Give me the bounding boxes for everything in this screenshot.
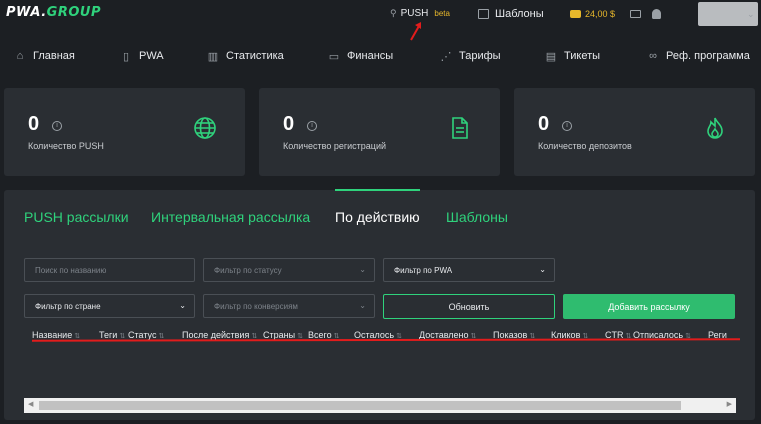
stat-label: Количество регистраций — [283, 141, 386, 151]
nav-item-referral[interactable]: ∞ Реф. программа — [647, 50, 750, 62]
nav-label: Финансы — [347, 50, 394, 62]
refresh-button[interactable]: Обновить — [383, 294, 555, 319]
country-filter-select[interactable]: Фильтр по стране ⌄ — [24, 294, 195, 318]
tab-push-mailings[interactable]: PUSH рассылки — [24, 209, 129, 225]
ticket-icon: ▤ — [545, 50, 557, 63]
beta-badge: beta — [434, 9, 450, 18]
nav-item-statistics[interactable]: ▥ Статистика — [207, 50, 284, 63]
share-icon: ⋰ — [440, 50, 452, 63]
search-placeholder: Поиск по названию — [35, 265, 107, 275]
push-link[interactable]: ⚲ PUSH beta — [390, 8, 450, 19]
stat-value: 0 — [538, 113, 550, 135]
stat-label: Количество PUSH — [28, 141, 104, 151]
annotation-arrow — [410, 22, 421, 41]
chevron-down-icon: ⌄ — [359, 301, 366, 310]
pwa-filter-label: Фильтр по PWA — [394, 265, 453, 275]
tab-templates[interactable]: Шаблоны — [446, 209, 508, 225]
column-header[interactable]: Название ⇅ — [32, 330, 80, 340]
pwa-filter-select[interactable]: Фильтр по PWA ⌄ — [383, 258, 555, 282]
nav-label: Главная — [33, 50, 75, 62]
country-filter-label: Фильтр по стране — [35, 301, 101, 311]
tab-interval-mailing[interactable]: Интервальная рассылка — [151, 209, 310, 225]
chevron-down-icon[interactable]: ⌄ — [747, 9, 755, 20]
nav-label: Реф. программа — [666, 50, 750, 62]
conversion-placeholder: Фильтр по конверсиям — [214, 301, 298, 311]
globe-icon — [194, 117, 216, 139]
bar-chart-icon: ▥ — [207, 50, 219, 63]
stat-card-registrations: 0 i Количество регистраций — [259, 88, 500, 176]
tab-by-action[interactable]: По действию — [335, 209, 420, 225]
bell-icon[interactable] — [652, 9, 661, 19]
nav-item-home[interactable]: ⌂ Главная — [14, 50, 75, 62]
fire-icon — [707, 117, 723, 139]
add-mailing-button[interactable]: Добавить рассылку — [563, 294, 735, 319]
scroll-left-icon[interactable]: ◀ — [28, 400, 33, 408]
stat-card-push: 0 i Количество PUSH — [4, 88, 245, 176]
link-icon: ⚲ — [390, 8, 397, 18]
nav-label: Тикеты — [564, 50, 601, 62]
nav-label: PWA — [139, 50, 164, 62]
wallet-icon — [570, 10, 581, 18]
store-icon: ⌂ — [16, 50, 24, 62]
stat-label: Количество депозитов — [538, 141, 632, 151]
push-label: PUSH — [400, 8, 429, 19]
info-icon[interactable]: i — [562, 121, 572, 131]
chevron-down-icon: ⌄ — [179, 301, 186, 310]
stat-card-deposits: 0 i Количество депозитов — [514, 88, 755, 176]
top-bar: PWA.GROUP ⚲ PUSH beta Шаблоны 24,00 $ ⌄ — [0, 0, 761, 30]
nav-item-finance[interactable]: ▭ Финансы — [328, 50, 393, 63]
column-header[interactable]: Теги ⇅ — [99, 330, 125, 340]
link-icon: ∞ — [649, 50, 657, 62]
info-icon[interactable]: i — [307, 121, 317, 131]
stat-value: 0 — [283, 113, 295, 135]
nav-item-tariffs[interactable]: ⋰ Тарифы — [440, 50, 501, 63]
nav-item-tickets[interactable]: ▤ Тикеты — [545, 50, 600, 63]
logo[interactable]: PWA.GROUP — [6, 5, 101, 20]
phone-icon: ▯ — [122, 50, 130, 63]
nav-label: Тарифы — [459, 50, 501, 62]
chevron-down-icon: ⌄ — [359, 265, 366, 274]
main-nav: ⌂ Главная ▯ PWA ▥ Статистика ▭ Финансы ⋰… — [0, 42, 761, 70]
conversion-filter-select[interactable]: Фильтр по конверсиям ⌄ — [203, 294, 375, 318]
info-icon[interactable]: i — [52, 121, 62, 131]
stat-value: 0 — [28, 113, 40, 135]
search-input[interactable]: Поиск по названию — [24, 258, 195, 282]
templates-icon — [478, 9, 489, 19]
status-filter-select[interactable]: Фильтр по статусу ⌄ — [203, 258, 375, 282]
templates-link[interactable]: Шаблоны — [478, 8, 544, 20]
mail-icon[interactable] — [630, 10, 641, 18]
document-icon — [452, 117, 468, 139]
status-placeholder: Фильтр по статусу — [214, 265, 282, 275]
wallet-icon: ▭ — [328, 50, 340, 63]
balance[interactable]: 24,00 $ — [570, 9, 615, 19]
horizontal-scrollbar[interactable]: ◀ ▶ — [24, 398, 736, 413]
balance-value: 24,00 $ — [585, 9, 616, 19]
scroll-right-icon[interactable]: ▶ — [727, 400, 732, 408]
chevron-down-icon: ⌄ — [539, 265, 546, 274]
nav-item-pwa[interactable]: ▯ PWA — [120, 50, 164, 63]
active-tab-indicator — [335, 189, 420, 191]
nav-label: Статистика — [226, 50, 284, 62]
templates-label: Шаблоны — [495, 8, 544, 20]
scrollbar-thumb[interactable] — [39, 401, 681, 410]
